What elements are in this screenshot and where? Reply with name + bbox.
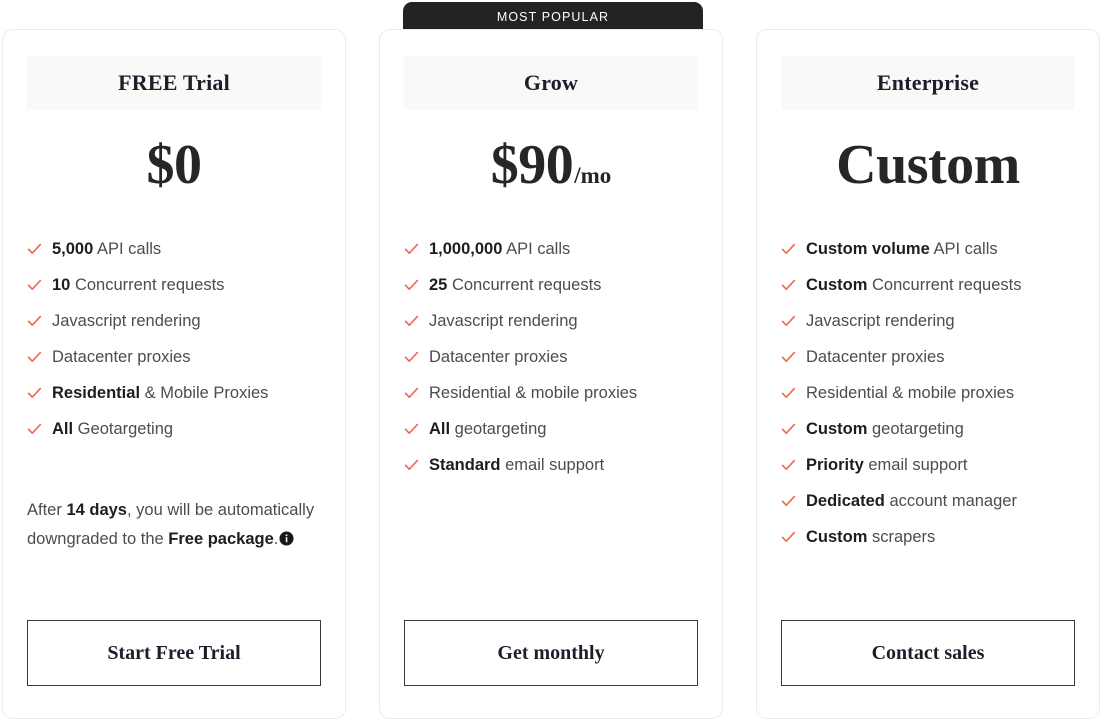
feature-label: 1,000,000 API calls (429, 240, 571, 258)
feature-list: Custom volume API calls Custom Concurrent… (781, 236, 1081, 560)
feature-item: Standard email support (404, 452, 704, 488)
most-popular-badge: MOST POPULAR (403, 2, 703, 31)
feature-label: Standard email support (429, 456, 605, 474)
feature-item: All Geotargeting (27, 416, 327, 452)
feature-item: Residential & Mobile Proxies (27, 380, 327, 416)
feature-item: Datacenter proxies (27, 344, 327, 380)
feature-item: Javascript rendering (781, 308, 1081, 344)
plan-name: Grow (523, 70, 579, 95)
check-icon (404, 350, 419, 365)
check-icon (27, 314, 42, 329)
feature-label: Dedicated account manager (806, 492, 1017, 510)
feature-item: Residential & mobile proxies (404, 380, 704, 416)
check-icon (27, 350, 42, 365)
feature-item: Datacenter proxies (781, 344, 1081, 380)
feature-item: 10 Concurrent requests (27, 272, 327, 308)
trial-downgrade-note: After 14 days, you will be automatically… (27, 496, 319, 556)
plan-name: FREE Trial (118, 70, 230, 95)
feature-label: Residential & mobile proxies (806, 384, 1015, 402)
plan-price: $90 /mo (380, 137, 722, 215)
feature-item: 5,000 API calls (27, 236, 327, 272)
feature-item: Datacenter proxies (404, 344, 704, 380)
most-popular-badge-label: MOST POPULAR (496, 9, 610, 24)
info-icon[interactable] (279, 527, 294, 556)
feature-label: Priority email support (806, 456, 968, 474)
feature-item: Priority email support (781, 452, 1081, 488)
plan-header: Grow (404, 56, 698, 110)
feature-label: Datacenter proxies (52, 348, 191, 366)
feature-label: Javascript rendering (806, 312, 955, 330)
feature-label: Custom scrapers (806, 528, 936, 546)
feature-item: Custom geotargeting (781, 416, 1081, 452)
check-icon (781, 242, 796, 257)
feature-item: Dedicated account manager (781, 488, 1081, 524)
feature-item: Residential & mobile proxies (781, 380, 1081, 416)
cta-button-start-free-trial[interactable]: Start Free Trial (27, 620, 321, 686)
feature-item: Custom scrapers (781, 524, 1081, 560)
plan-price: $0 (3, 137, 345, 215)
plan-price-amount: $90 (490, 134, 574, 196)
feature-label: Javascript rendering (429, 312, 578, 330)
check-icon (781, 278, 796, 293)
check-icon (404, 386, 419, 401)
check-icon (781, 458, 796, 473)
check-icon (27, 242, 42, 257)
feature-label: Custom volume API calls (806, 240, 998, 258)
check-icon (781, 494, 796, 509)
feature-item: All geotargeting (404, 416, 704, 452)
plan-price-amount: Custom (836, 134, 1020, 196)
plan-price-period: /mo (574, 163, 612, 188)
feature-item: Custom Concurrent requests (781, 272, 1081, 308)
check-icon (781, 422, 796, 437)
check-icon (27, 422, 42, 437)
feature-label: Residential & mobile proxies (429, 384, 638, 402)
pricing-card-grow: Grow $90 /mo 1,000,000 API calls 25 Concu… (379, 29, 723, 719)
check-icon (781, 530, 796, 545)
check-icon (404, 314, 419, 329)
check-icon (404, 422, 419, 437)
plan-header: Enterprise (781, 56, 1075, 110)
pricing-plans: MOST POPULAR FREE Trial $0 5,000 API cal… (0, 0, 1108, 724)
pricing-card-free-trial: FREE Trial $0 5,000 API calls 10 Concurre… (2, 29, 346, 719)
feature-item: 1,000,000 API calls (404, 236, 704, 272)
cta-button-get-monthly[interactable]: Get monthly (404, 620, 698, 686)
feature-item: 25 Concurrent requests (404, 272, 704, 308)
plan-price: Custom (757, 137, 1099, 215)
feature-label: 25 Concurrent requests (429, 276, 602, 294)
cta-button-contact-sales[interactable]: Contact sales (781, 620, 1075, 686)
check-icon (27, 278, 42, 293)
pricing-card-enterprise: Enterprise Custom Custom volume API call… (756, 29, 1100, 719)
feature-label: Datacenter proxies (806, 348, 945, 366)
check-icon (404, 278, 419, 293)
feature-label: Javascript rendering (52, 312, 201, 330)
feature-label: Custom Concurrent requests (806, 276, 1022, 294)
feature-item: Javascript rendering (27, 308, 327, 344)
plan-name: Enterprise (876, 70, 980, 95)
feature-label: 5,000 API calls (52, 240, 162, 258)
feature-list: 1,000,000 API calls 25 Concurrent request… (404, 236, 704, 488)
check-icon (404, 458, 419, 473)
feature-list: 5,000 API calls 10 Concurrent requests Jav… (27, 236, 327, 452)
plan-price-amount: $0 (146, 134, 203, 196)
feature-label: All geotargeting (429, 420, 547, 438)
feature-label: Datacenter proxies (429, 348, 568, 366)
feature-item: Javascript rendering (404, 308, 704, 344)
check-icon (27, 386, 42, 401)
check-icon (781, 314, 796, 329)
feature-label: All Geotargeting (52, 420, 174, 438)
feature-label: Custom geotargeting (806, 420, 964, 438)
check-icon (781, 386, 796, 401)
feature-label: Residential & Mobile Proxies (52, 384, 269, 402)
check-icon (781, 350, 796, 365)
check-icon (404, 242, 419, 257)
feature-item: Custom volume API calls (781, 236, 1081, 272)
plan-header: FREE Trial (27, 56, 321, 110)
feature-label: 10 Concurrent requests (52, 276, 225, 294)
